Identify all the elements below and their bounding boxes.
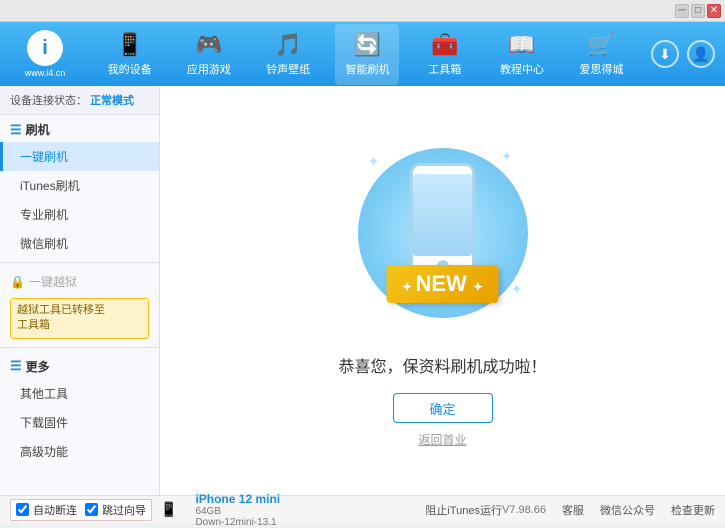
nav-tutorials[interactable]: 📖 教程中心 bbox=[490, 24, 554, 85]
nav-tmall-label: 爱思得城 bbox=[579, 61, 623, 77]
sidebar-section-flash: ☰ 刷机 bbox=[0, 115, 159, 142]
nav-ringtones-label: 铃声壁纸 bbox=[266, 61, 310, 77]
sidebar-divider-2 bbox=[0, 347, 159, 348]
other-tools-label: 其他工具 bbox=[20, 387, 68, 401]
more-section-icon: ☰ bbox=[10, 358, 22, 374]
device-model: Down-12mini-13.1 bbox=[195, 517, 280, 528]
user-button[interactable]: 👤 bbox=[687, 40, 715, 68]
sidebar-item-pro-flash[interactable]: 专业刷机 bbox=[0, 200, 159, 229]
return-link[interactable]: 返回首业 bbox=[418, 431, 466, 448]
device-info: iPhone 12 mini 64GB Down-12mini-13.1 bbox=[195, 492, 280, 528]
nav-flash-icon: 🔄 bbox=[354, 32, 381, 58]
nav-tutorials-label: 教程中心 bbox=[500, 61, 544, 77]
jailbreak-label: 一键越狱 bbox=[29, 273, 77, 290]
nav-toolbox-label: 工具箱 bbox=[428, 61, 461, 77]
sparkle-bottom-right: ✦ bbox=[511, 281, 523, 298]
logo-area: i www.i4.cn bbox=[10, 30, 80, 78]
logo-text: www.i4.cn bbox=[25, 68, 66, 78]
nav-my-device[interactable]: 📱 我的设备 bbox=[98, 24, 162, 85]
nav-tmall[interactable]: 🛒 爱思得城 bbox=[569, 24, 633, 85]
new-badge: NEW bbox=[386, 265, 499, 303]
nav-smart-flash[interactable]: 🔄 智能刷机 bbox=[335, 24, 399, 85]
itunes-status: 阻止iTunes运行 bbox=[425, 502, 502, 518]
phone-screen bbox=[413, 174, 472, 256]
new-badge-text: NEW bbox=[415, 271, 466, 296]
auto-disconnect-checkbox[interactable] bbox=[16, 503, 29, 516]
flash-section-label: 刷机 bbox=[26, 121, 50, 138]
main-layout: 设备连接状态： 正常模式 ☰ 刷机 一键刷机 iTunes刷机 专业刷机 微信刷… bbox=[0, 86, 725, 495]
nav-flash-label: 智能刷机 bbox=[345, 61, 389, 77]
nav-items: 📱 我的设备 🎮 应用游戏 🎵 铃声壁纸 🔄 智能刷机 🧰 工具箱 📖 教程中心… bbox=[90, 24, 641, 85]
auto-disconnect-label: 自动断连 bbox=[33, 502, 77, 518]
bottom-right: V7.98.66 客服 微信公众号 检查更新 bbox=[502, 502, 715, 518]
itunes-status-text: 阻止iTunes运行 bbox=[425, 502, 502, 518]
nav-ringtones-icon: 🎵 bbox=[275, 32, 302, 58]
sidebar-warning-box: 越狱工具已转移至工具箱 bbox=[10, 298, 149, 339]
sidebar-item-other-tools[interactable]: 其他工具 bbox=[0, 379, 159, 408]
phone-illustration: ✦ ✦ ✦ NEW bbox=[353, 133, 533, 333]
sidebar-item-itunes-flash[interactable]: iTunes刷机 bbox=[0, 171, 159, 200]
maximize-button[interactable]: □ bbox=[691, 4, 705, 18]
nav-ringtones[interactable]: 🎵 铃声壁纸 bbox=[256, 24, 320, 85]
wechat-flash-label: 微信刷机 bbox=[20, 237, 68, 251]
nav-device-icon: 📱 bbox=[116, 32, 143, 58]
device-name: iPhone 12 mini bbox=[195, 492, 280, 506]
download-button[interactable]: ⬇ bbox=[651, 40, 679, 68]
content-area: ✦ ✦ ✦ NEW 恭喜您，保资料刷机成功啦！ 确定 返回首业 bbox=[160, 86, 725, 495]
itunes-flash-label: iTunes刷机 bbox=[20, 179, 80, 193]
sidebar-item-wechat-flash[interactable]: 微信刷机 bbox=[0, 229, 159, 258]
sidebar-item-download-fw[interactable]: 下载固件 bbox=[0, 408, 159, 437]
minimize-button[interactable]: ─ bbox=[675, 4, 689, 18]
sparkle-top-right: ✦ bbox=[501, 148, 513, 165]
nav-toolbox-icon: 🧰 bbox=[431, 32, 458, 58]
phone-body bbox=[410, 163, 475, 278]
device-storage: 64GB bbox=[195, 506, 280, 517]
device-status-bar: 设备连接状态： 正常模式 bbox=[0, 86, 159, 115]
sidebar-item-advanced[interactable]: 高级功能 bbox=[0, 437, 159, 466]
nav-right-actions: ⬇ 👤 bbox=[651, 40, 715, 68]
lock-icon: 🔒 bbox=[10, 275, 25, 289]
nav-apps-label: 应用游戏 bbox=[187, 61, 231, 77]
checkbox-group: 自动断连 跳过向导 bbox=[10, 499, 152, 521]
sidebar-divider-1 bbox=[0, 262, 159, 263]
pro-flash-label: 专业刷机 bbox=[20, 208, 68, 222]
nav-apps-games[interactable]: 🎮 应用游戏 bbox=[177, 24, 241, 85]
close-button[interactable]: ✕ bbox=[707, 4, 721, 18]
sidebar: 设备连接状态： 正常模式 ☰ 刷机 一键刷机 iTunes刷机 专业刷机 微信刷… bbox=[0, 86, 160, 495]
status-value: 正常模式 bbox=[90, 95, 134, 107]
wechat-official-link[interactable]: 微信公众号 bbox=[600, 502, 655, 518]
sidebar-item-one-click-flash[interactable]: 一键刷机 bbox=[0, 142, 159, 171]
nav-tmall-icon: 🛒 bbox=[588, 32, 615, 58]
warning-text: 越狱工具已转移至工具箱 bbox=[17, 304, 105, 331]
customer-service-link[interactable]: 客服 bbox=[562, 502, 584, 518]
title-bar: ─ □ ✕ bbox=[0, 0, 725, 22]
flash-section-icon: ☰ bbox=[10, 122, 22, 138]
sparkle-top-left: ✦ bbox=[368, 153, 380, 170]
skip-wizard-label: 跳过向导 bbox=[102, 502, 146, 518]
nav-device-label: 我的设备 bbox=[108, 61, 152, 77]
logo-icon: i bbox=[27, 30, 63, 66]
status-label: 设备连接状态： bbox=[10, 95, 87, 107]
header: i www.i4.cn 📱 我的设备 🎮 应用游戏 🎵 铃声壁纸 🔄 智能刷机 … bbox=[0, 22, 725, 86]
bottom-bar: 自动断连 跳过向导 📱 iPhone 12 mini 64GB Down-12m… bbox=[0, 495, 725, 523]
version-text: V7.98.66 bbox=[502, 504, 546, 516]
nav-toolbox[interactable]: 🧰 工具箱 bbox=[415, 24, 475, 85]
confirm-button[interactable]: 确定 bbox=[393, 393, 493, 423]
sidebar-section-more: ☰ 更多 bbox=[0, 352, 159, 379]
sidebar-disabled-jailbreak: 🔒 一键越狱 bbox=[0, 267, 159, 294]
download-fw-label: 下载固件 bbox=[20, 416, 68, 430]
success-message: 恭喜您，保资料刷机成功啦！ bbox=[338, 353, 546, 377]
bottom-left: 自动断连 跳过向导 📱 iPhone 12 mini 64GB Down-12m… bbox=[10, 492, 425, 528]
nav-apps-icon: 🎮 bbox=[195, 32, 222, 58]
skip-wizard-checkbox[interactable] bbox=[85, 503, 98, 516]
nav-tutorials-icon: 📖 bbox=[508, 32, 535, 58]
device-small-icon: 📱 bbox=[160, 501, 177, 518]
check-update-link[interactable]: 检查更新 bbox=[671, 502, 715, 518]
one-click-flash-label: 一键刷机 bbox=[20, 150, 68, 164]
more-section-label: 更多 bbox=[26, 358, 50, 375]
advanced-label: 高级功能 bbox=[20, 445, 68, 459]
